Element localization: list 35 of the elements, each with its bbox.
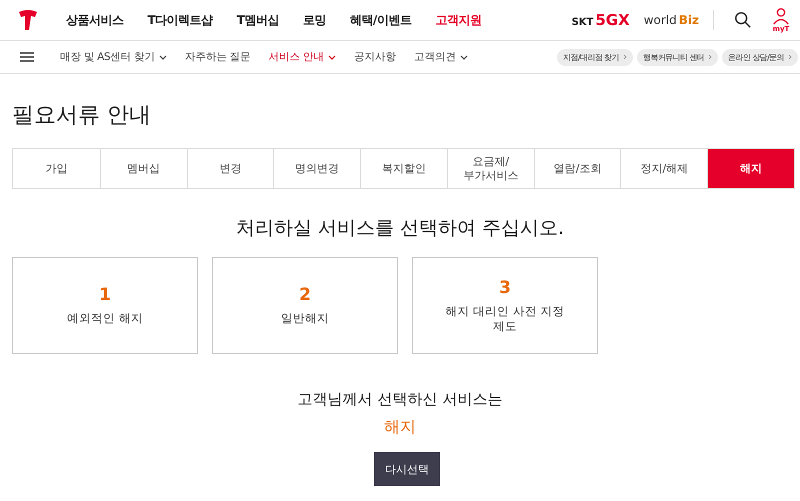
chip-label: 행복커뮤니티 센터	[643, 52, 704, 62]
result-caption: 고객님께서 선택하신 서비스는	[296, 390, 504, 409]
sub-nav-link[interactable]: 매장 및 AS센터 찾기	[60, 50, 167, 64]
nav-link[interactable]: 혜택/이벤트	[350, 12, 412, 28]
shortcut-chip[interactable]: 온라인 상담/문의	[722, 48, 798, 66]
sub-nav-link[interactable]: 고객의견	[414, 50, 468, 64]
nav-link[interactable]: 로밍	[302, 12, 326, 28]
chevron-icon	[623, 54, 627, 60]
option-card[interactable]: 1 예외적인 해지	[12, 257, 198, 354]
sub-nav-link[interactable]: 서비스 안내	[268, 50, 336, 64]
chevron-icon	[788, 54, 792, 60]
brand-link[interactable]: world Biz	[644, 13, 699, 27]
result-value: 해지	[383, 417, 417, 438]
chevron-icon	[708, 54, 712, 60]
sub-nav-link[interactable]: 자주하는 질문	[184, 50, 251, 64]
brand-link[interactable]: SKT 5GX	[572, 11, 630, 29]
sub-nav-link[interactable]: 공지사항	[354, 50, 396, 64]
logo-icon[interactable]	[16, 8, 40, 32]
option-card[interactable]: 3 해지 대리인 사전 지정 제도	[412, 257, 598, 354]
nav-link[interactable]: T멤버십	[236, 12, 279, 28]
shortcut-chip[interactable]: 행복커뮤니티 센터	[637, 48, 718, 66]
prompt-heading: 처리하실 서비스를 선택하여 주십시오.	[234, 216, 566, 241]
category-tab[interactable]: 해지	[707, 149, 794, 188]
search-icon[interactable]	[734, 11, 752, 29]
nav-link[interactable]: 고객지원	[435, 12, 482, 28]
menu-icon[interactable]	[20, 52, 34, 62]
reselect-button[interactable]: 다시선택	[374, 452, 440, 486]
nav-link[interactable]: T다이렉트샵	[148, 12, 213, 28]
option-card[interactable]: 2 일반해지	[212, 257, 398, 354]
shortcut-chip[interactable]: 지점/대리점 찾기	[557, 48, 633, 66]
chip-label: 지점/대리점 찾기	[563, 52, 619, 62]
page-title: 필요서류 안내	[12, 102, 152, 130]
person-icon[interactable]	[772, 7, 790, 25]
nav-link[interactable]: 상품서비스	[66, 12, 124, 28]
chip-label: 온라인 상담/문의	[728, 52, 784, 62]
